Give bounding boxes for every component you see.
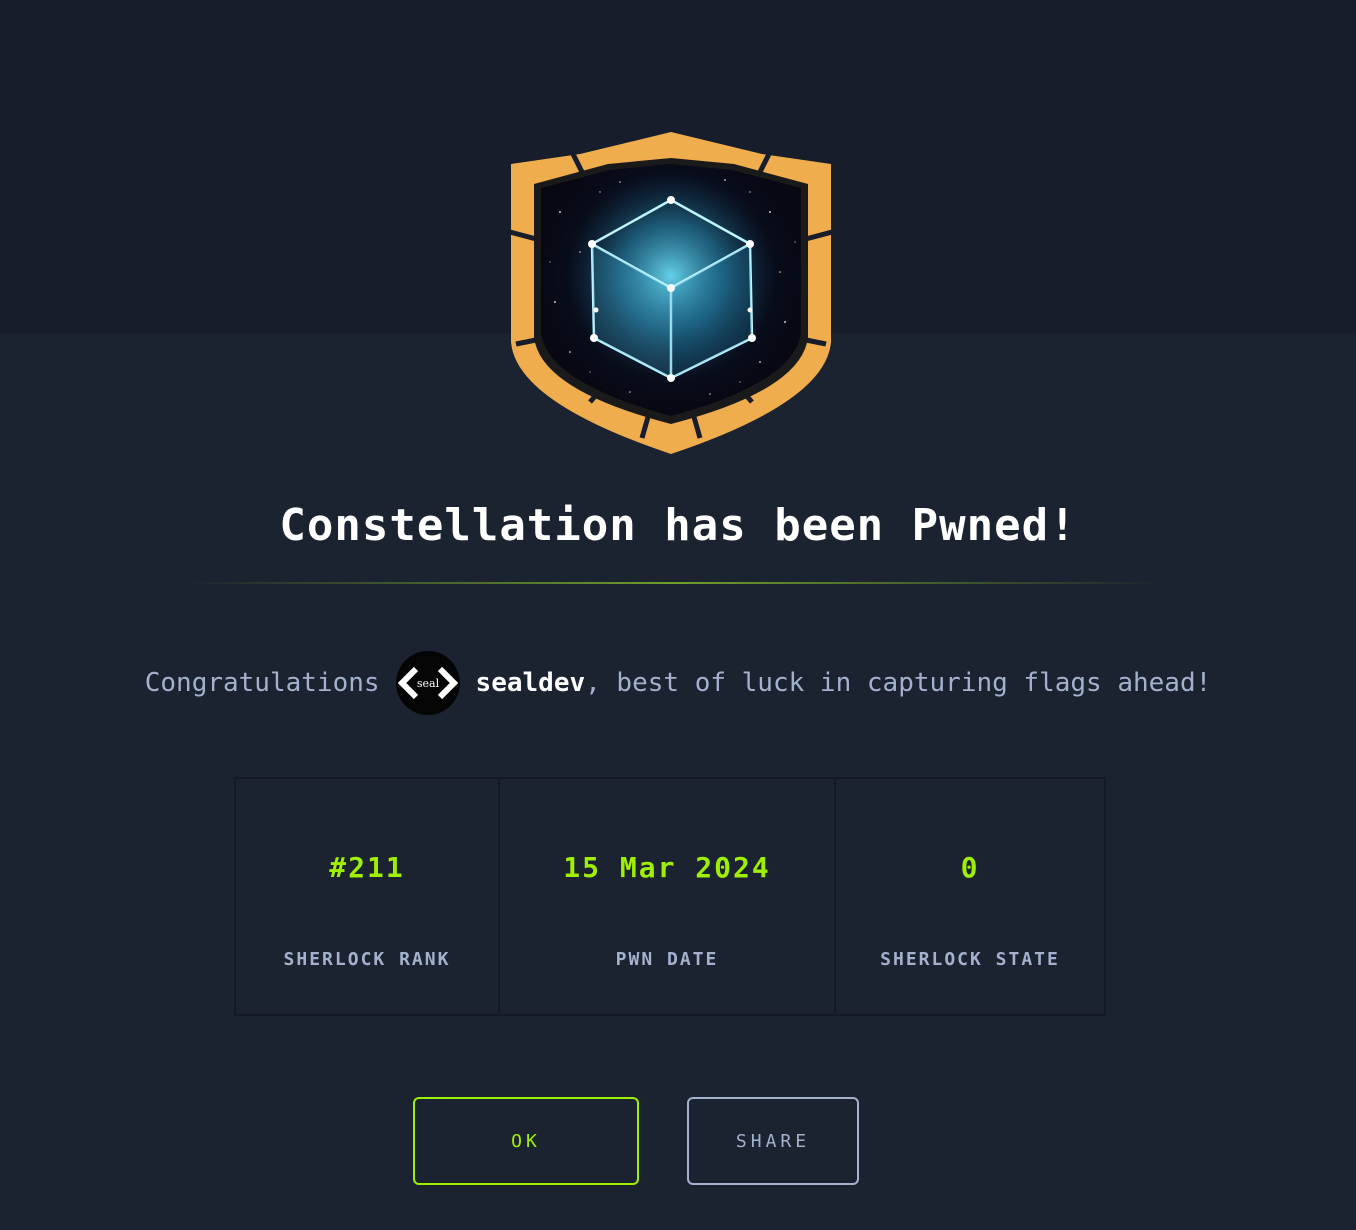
avatar[interactable]: seal — [395, 651, 460, 715]
page-title: Constellation has been Pwned! — [279, 500, 1077, 551]
stat-sherlock-state: 0 SHERLOCK STATE — [834, 779, 1104, 1014]
stat-sherlock-rank: #211 SHERLOCK RANK — [236, 779, 498, 1014]
constellation-cube-shield-icon — [510, 132, 832, 454]
stat-value: #211 — [329, 851, 405, 884]
avatar-label: seal — [416, 677, 439, 690]
stats-panel: #211 SHERLOCK RANK 15 Mar 2024 PWN DATE … — [234, 777, 1106, 1016]
stat-label: SHERLOCK RANK — [283, 949, 451, 970]
congrats-prefix: Congratulations — [144, 668, 380, 698]
stat-pwn-date: 15 Mar 2024 PWN DATE — [498, 779, 834, 1014]
stat-value: 15 Mar 2024 — [563, 851, 771, 884]
congratulations-message: Congratulations seal sealdev , best of l… — [0, 648, 1356, 718]
ok-button[interactable]: OK — [413, 1097, 639, 1185]
title-divider — [185, 582, 1165, 584]
congrats-suffix: , best of luck in capturing flags ahead! — [585, 668, 1212, 698]
stat-label: PWN DATE — [615, 949, 719, 970]
share-button[interactable]: SHARE — [687, 1097, 859, 1185]
stat-label: SHERLOCK STATE — [880, 949, 1060, 970]
username[interactable]: sealdev — [476, 668, 586, 698]
stat-value: 0 — [960, 851, 980, 884]
